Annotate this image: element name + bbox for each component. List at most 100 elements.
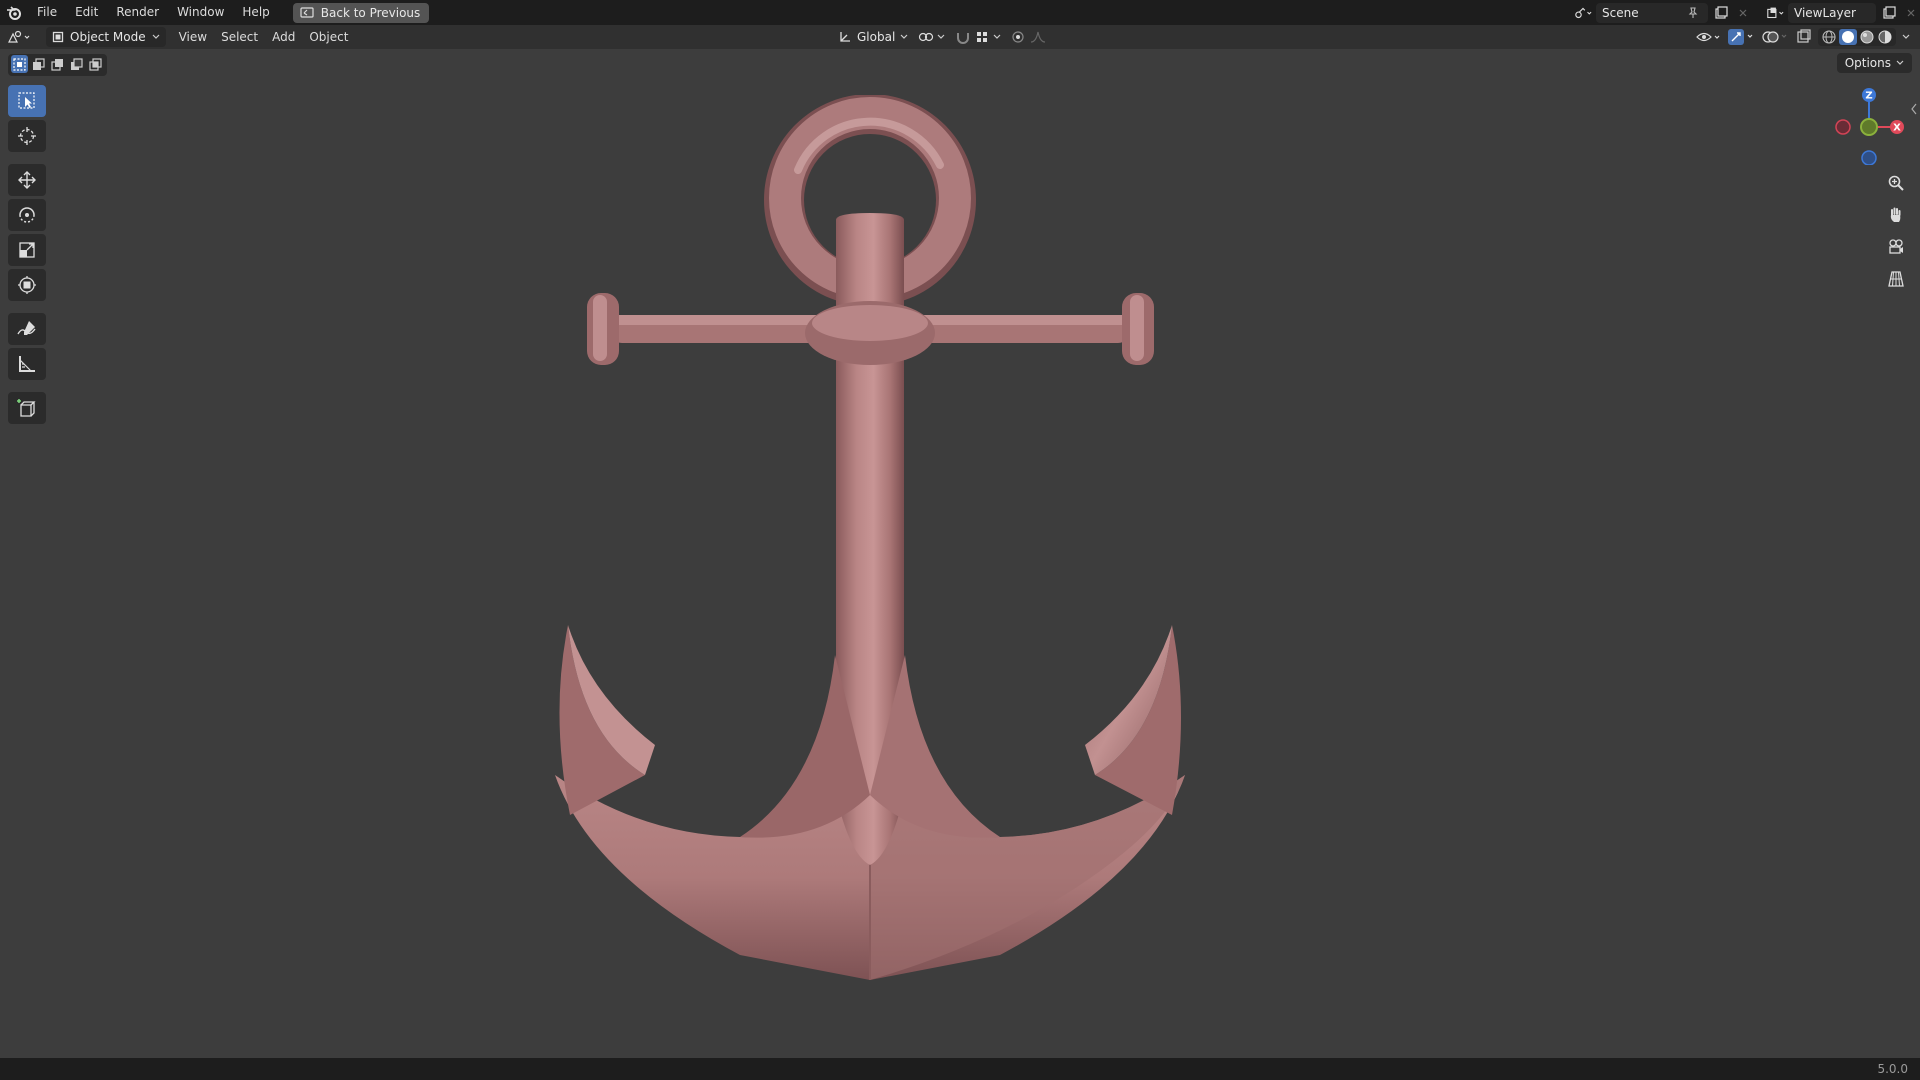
navigation-gizmo[interactable]: Z X — [1825, 85, 1905, 165]
back-to-previous-button[interactable]: Back to Previous — [292, 2, 430, 23]
gizmo-z-label: Z — [1865, 91, 1872, 102]
chevron-down-icon — [152, 34, 160, 39]
proportional-editing-controls[interactable] — [1011, 30, 1049, 44]
xray-icon[interactable] — [1796, 29, 1812, 45]
scene-selector-icon[interactable] — [1574, 4, 1592, 22]
gizmo-y-icon[interactable] — [1860, 118, 1878, 136]
object-mode-icon — [52, 31, 64, 43]
scene-name[interactable]: Scene — [1602, 6, 1678, 20]
editor-type-icon — [8, 30, 30, 43]
select-intersect-mode-icon[interactable] — [87, 55, 104, 73]
add-cube-icon — [17, 399, 36, 417]
snapping-controls[interactable] — [955, 30, 1001, 44]
cursor-icon — [18, 127, 36, 145]
options-dropdown[interactable]: Options — [1836, 53, 1912, 73]
viewport-shading-controls — [1696, 27, 1910, 47]
options-label: Options — [1844, 56, 1891, 70]
tool-scale[interactable] — [8, 234, 46, 266]
view-layer-icon[interactable] — [1766, 4, 1784, 22]
select-box-icon — [18, 92, 35, 109]
new-scene-icon[interactable] — [1712, 4, 1730, 22]
select-invert-mode-icon[interactable] — [68, 55, 85, 73]
menu-object[interactable]: Object — [302, 27, 355, 47]
chevron-down-icon[interactable] — [1902, 34, 1910, 40]
chevron-down-icon — [993, 34, 1001, 39]
tool-rotate[interactable] — [8, 199, 46, 231]
anchor-mesh[interactable] — [520, 95, 1220, 995]
menu-help[interactable]: Help — [233, 0, 278, 25]
transform-icon — [18, 276, 36, 294]
zoom-icon[interactable] — [1882, 170, 1910, 196]
gizmo-x-label: X — [1893, 123, 1901, 134]
falloff-icon[interactable] — [1029, 30, 1049, 44]
snap-magnet-icon[interactable] — [955, 30, 971, 44]
tool-select-box[interactable] — [8, 85, 46, 117]
rendered-shading-icon[interactable] — [1877, 29, 1893, 45]
menu-edit[interactable]: Edit — [66, 0, 107, 25]
wireframe-shading-icon[interactable] — [1821, 29, 1837, 45]
menu-select[interactable]: Select — [214, 27, 265, 47]
pin-icon[interactable] — [1684, 4, 1702, 22]
tool-transform[interactable] — [8, 269, 46, 301]
back-to-previous-label: Back to Previous — [320, 5, 421, 20]
viewport-navigation-buttons — [1882, 170, 1910, 292]
transform-orientation-label: Global — [857, 30, 896, 44]
scale-icon — [19, 242, 35, 258]
snap-increment-icon[interactable] — [975, 30, 989, 44]
close-scene-icon[interactable] — [1734, 4, 1752, 22]
gizmo-toggle-icon[interactable] — [1728, 28, 1756, 46]
overlays-icon[interactable] — [1762, 28, 1790, 46]
visibility-eye-icon[interactable] — [1696, 30, 1722, 44]
chevron-down-icon — [937, 34, 945, 39]
select-new-mode-icon[interactable] — [11, 55, 28, 73]
blender-logo-icon[interactable] — [0, 0, 28, 25]
proportional-edit-icon[interactable] — [1011, 30, 1025, 44]
tool-measure[interactable] — [8, 348, 46, 380]
topbar-right: Scene ViewLayer — [1574, 0, 1920, 25]
gizmo-neg-z-icon[interactable] — [1861, 150, 1877, 165]
interaction-mode-label: Object Mode — [70, 30, 146, 44]
select-subtract-mode-icon[interactable] — [49, 55, 66, 73]
measure-ruler-icon — [19, 356, 35, 372]
camera-view-icon[interactable] — [1882, 234, 1910, 260]
transform-orientation-select[interactable]: Global — [838, 30, 908, 44]
blender-window: File Edit Render Window Help Back to Pre… — [0, 0, 1920, 1080]
menu-window[interactable]: Window — [168, 0, 233, 25]
transform-controls: Global — [838, 27, 1049, 47]
gizmo-neg-x-icon[interactable] — [1835, 119, 1851, 135]
select-extend-mode-icon[interactable] — [30, 55, 47, 73]
new-view-layer-icon[interactable] — [1880, 4, 1898, 22]
tool-annotate[interactable] — [8, 313, 46, 345]
editor-type-button[interactable] — [0, 27, 40, 47]
tool-cursor[interactable] — [8, 120, 46, 152]
close-view-layer-icon[interactable] — [1902, 4, 1920, 22]
tool-add-cube[interactable] — [8, 392, 46, 424]
scene-selector[interactable]: Scene — [1596, 2, 1708, 23]
menu-file[interactable]: File — [28, 0, 66, 25]
menu-add[interactable]: Add — [265, 27, 302, 47]
annotate-pencil-icon — [17, 321, 36, 335]
move-icon — [18, 171, 36, 189]
top-menu-bar: File Edit Render Window Help Back to Pre… — [0, 0, 1920, 25]
interaction-mode-select[interactable]: Object Mode — [46, 27, 166, 47]
view-layer-selector[interactable]: ViewLayer — [1788, 2, 1876, 23]
screen-icon — [298, 4, 316, 22]
version-label: 5.0.0 — [1877, 1062, 1908, 1076]
viewport-header: Object Mode View Select Add Object Globa… — [0, 25, 1920, 49]
tool-move[interactable] — [8, 164, 46, 196]
pivot-icon — [919, 32, 934, 42]
selection-mode-group — [8, 54, 107, 76]
perspective-grid-icon[interactable] — [1882, 266, 1910, 292]
pivot-point-select[interactable] — [918, 30, 945, 44]
status-bar: 5.0.0 — [0, 1058, 1920, 1080]
sidebar-toggle-icon[interactable] — [1910, 100, 1918, 119]
solid-shading-icon[interactable] — [1839, 29, 1857, 45]
chevron-down-icon — [900, 34, 908, 39]
chevron-down-icon — [1896, 60, 1904, 65]
menu-render[interactable]: Render — [107, 0, 168, 25]
tool-shelf — [8, 85, 47, 424]
menu-view[interactable]: View — [172, 27, 214, 47]
material-shading-icon[interactable] — [1859, 29, 1875, 45]
view-layer-name[interactable]: ViewLayer — [1794, 6, 1870, 20]
pan-hand-icon[interactable] — [1882, 202, 1910, 228]
